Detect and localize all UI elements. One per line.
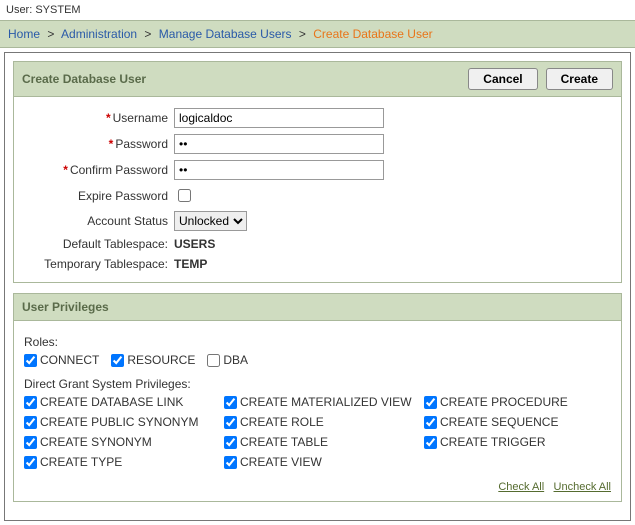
breadcrumb-admin[interactable]: Administration — [61, 27, 137, 41]
temporary-tablespace-value: TEMP — [174, 257, 207, 271]
role-resource-checkbox[interactable] — [111, 354, 124, 367]
check-all-link[interactable]: Check All — [498, 481, 544, 493]
priv-create-synonym[interactable]: CREATE SYNONYM — [24, 435, 224, 449]
priv-create-table[interactable]: CREATE TABLE — [224, 435, 424, 449]
priv-create-procedure[interactable]: CREATE PROCEDURE — [424, 395, 594, 409]
role-connect[interactable]: CONNECT — [24, 353, 99, 367]
user-bar: User: SYSTEM — [0, 0, 635, 20]
priv-create-trigger[interactable]: CREATE TRIGGER — [424, 435, 594, 449]
account-status-label: Account Status — [87, 214, 168, 228]
role-resource-label: RESOURCE — [127, 353, 195, 367]
priv-create-materialized-view[interactable]: CREATE MATERIALIZED VIEW — [224, 395, 424, 409]
password-label: Password — [115, 137, 168, 151]
roles-label: Roles: — [24, 335, 611, 349]
role-dba-checkbox[interactable] — [207, 354, 220, 367]
priv-checkbox[interactable] — [24, 416, 37, 429]
priv-checkbox[interactable] — [224, 416, 237, 429]
create-user-title: Create Database User — [22, 72, 146, 86]
role-connect-checkbox[interactable] — [24, 354, 37, 367]
privileges-grid: CREATE DATABASE LINK CREATE PUBLIC SYNON… — [24, 395, 611, 469]
priv-create-database-link[interactable]: CREATE DATABASE LINK — [24, 395, 224, 409]
create-user-body: *Username *Password *Confirm Password Ex… — [14, 97, 621, 282]
role-dba-label: DBA — [223, 353, 248, 367]
create-user-panel: Create Database User Cancel Create *User… — [13, 61, 622, 283]
create-button[interactable]: Create — [546, 68, 613, 90]
user-privileges-body: Roles: CONNECT RESOURCE DBA Direct Grant… — [14, 321, 621, 501]
priv-create-role[interactable]: CREATE ROLE — [224, 415, 424, 429]
user-label: User: — [6, 4, 32, 16]
user-privileges-title: User Privileges — [22, 300, 109, 314]
cancel-button[interactable]: Cancel — [468, 68, 537, 90]
confirm-password-label: Confirm Password — [70, 163, 168, 177]
expire-password-checkbox[interactable] — [178, 189, 191, 202]
breadcrumb-current: Create Database User — [313, 27, 432, 41]
priv-create-view[interactable]: CREATE VIEW — [224, 455, 424, 469]
user-privileges-header: User Privileges — [14, 294, 621, 321]
priv-checkbox[interactable] — [224, 456, 237, 469]
breadcrumb-sep: > — [144, 27, 151, 41]
create-user-header: Create Database User Cancel Create — [14, 62, 621, 97]
username-label: Username — [113, 111, 168, 125]
priv-checkbox[interactable] — [424, 416, 437, 429]
role-dba[interactable]: DBA — [207, 353, 248, 367]
confirm-password-input[interactable] — [174, 160, 384, 180]
main-container: Create Database User Cancel Create *User… — [4, 52, 631, 521]
uncheck-all-link[interactable]: Uncheck All — [554, 481, 611, 493]
breadcrumb-sep: > — [47, 27, 54, 41]
direct-grant-label: Direct Grant System Privileges: — [24, 377, 611, 391]
check-links: Check All Uncheck All — [24, 479, 611, 493]
role-resource[interactable]: RESOURCE — [111, 353, 195, 367]
breadcrumb-manage-users[interactable]: Manage Database Users — [159, 27, 292, 41]
priv-checkbox[interactable] — [224, 396, 237, 409]
account-status-select[interactable]: Unlocked — [174, 211, 247, 231]
default-tablespace-label: Default Tablespace: — [63, 237, 168, 251]
priv-checkbox[interactable] — [424, 436, 437, 449]
default-tablespace-value: USERS — [174, 237, 215, 251]
priv-checkbox[interactable] — [24, 396, 37, 409]
priv-create-public-synonym[interactable]: CREATE PUBLIC SYNONYM — [24, 415, 224, 429]
breadcrumb-sep: > — [299, 27, 306, 41]
priv-create-type[interactable]: CREATE TYPE — [24, 455, 224, 469]
user-privileges-panel: User Privileges Roles: CONNECT RESOURCE … — [13, 293, 622, 502]
username-input[interactable] — [174, 108, 384, 128]
breadcrumb: Home > Administration > Manage Database … — [0, 20, 635, 48]
expire-password-label: Expire Password — [78, 189, 168, 203]
role-connect-label: CONNECT — [40, 353, 99, 367]
user-value: SYSTEM — [35, 4, 80, 16]
priv-create-sequence[interactable]: CREATE SEQUENCE — [424, 415, 594, 429]
roles-row: CONNECT RESOURCE DBA — [24, 353, 611, 367]
priv-checkbox[interactable] — [424, 396, 437, 409]
password-input[interactable] — [174, 134, 384, 154]
breadcrumb-home[interactable]: Home — [8, 27, 40, 41]
priv-checkbox[interactable] — [24, 436, 37, 449]
priv-checkbox[interactable] — [224, 436, 237, 449]
temporary-tablespace-label: Temporary Tablespace: — [44, 257, 168, 271]
priv-checkbox[interactable] — [24, 456, 37, 469]
